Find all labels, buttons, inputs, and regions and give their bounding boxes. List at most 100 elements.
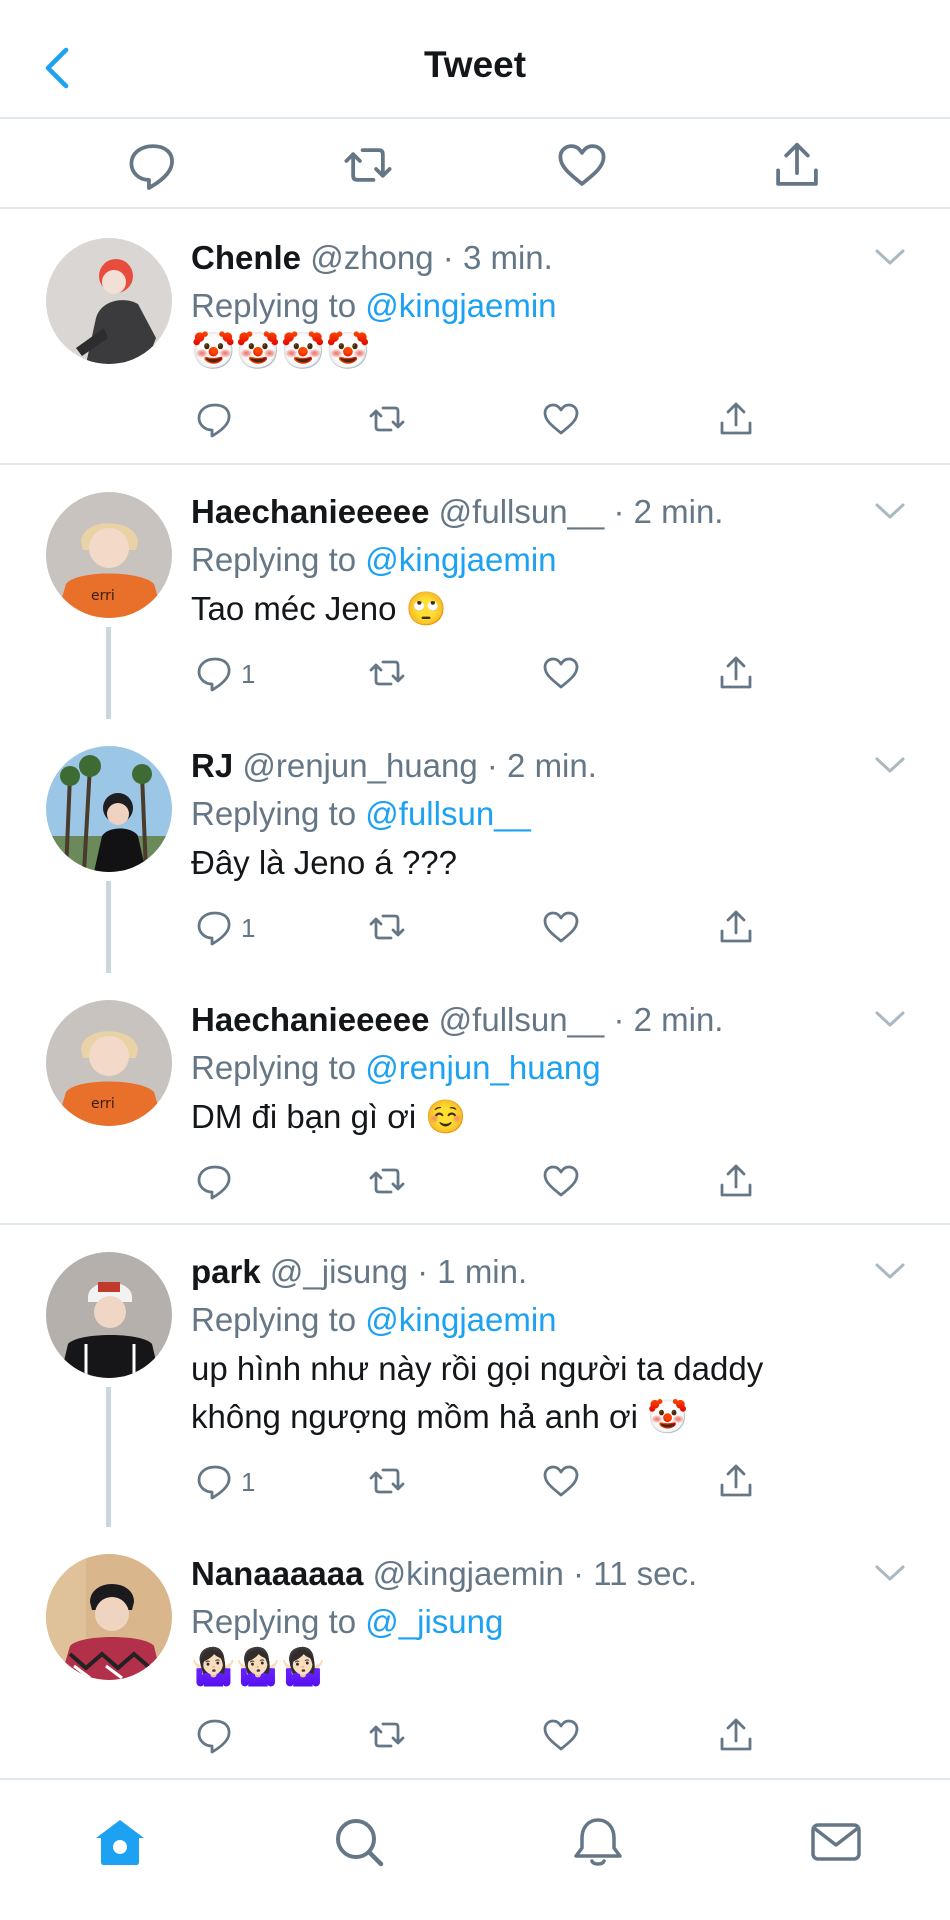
user-handle[interactable]: @kingjaemin (373, 1555, 564, 1592)
share-button[interactable] (716, 1715, 756, 1755)
reply-to-link[interactable]: @kingjaemin (365, 541, 556, 578)
reply-to-link[interactable]: @kingjaemin (365, 1301, 556, 1338)
chevron-down-icon (875, 1565, 905, 1581)
retweet-icon (369, 1468, 405, 1494)
reply-to-link[interactable]: @renjun_huang (365, 1049, 600, 1086)
notifications-icon (574, 1818, 622, 1866)
tab-search[interactable] (331, 1814, 387, 1870)
reply-tweet[interactable]: Chenle @zhong · 3 min. Replying to @king… (0, 211, 950, 465)
thread-connector (106, 1387, 111, 1527)
retweet-button[interactable] (367, 1461, 407, 1501)
user-handle[interactable]: @fullsun__ (439, 493, 605, 530)
tweet-text: up hình như này rồi gọi người ta daddy k… (191, 1345, 763, 1441)
tweet-header: RJ @renjun_huang · 2 min. (191, 747, 597, 784)
share-button[interactable] (770, 138, 824, 192)
tweet-actions: 1 (191, 653, 791, 697)
messages-icon (811, 1823, 861, 1861)
avatar[interactable]: erri (46, 492, 172, 618)
retweet-button[interactable] (367, 653, 407, 693)
display-name[interactable]: Haechanieeeee (191, 493, 430, 530)
retweet-button[interactable] (367, 907, 407, 947)
reply-button[interactable] (195, 1461, 235, 1501)
display-name[interactable]: RJ (191, 747, 233, 784)
svg-text:erri: erri (91, 1096, 115, 1112)
replying-to: Replying to @kingjaemin (191, 1301, 557, 1338)
retweet-button[interactable] (367, 1715, 407, 1755)
user-handle[interactable]: @_jisung (270, 1253, 408, 1290)
retweet-button[interactable] (367, 1161, 407, 1201)
share-button[interactable] (716, 653, 756, 693)
avatar[interactable] (46, 746, 172, 872)
tweet-text: Đây là Jeno á ??? (191, 844, 458, 881)
retweet-icon (369, 660, 405, 686)
more-options-button[interactable] (874, 1009, 906, 1031)
reply-button[interactable] (126, 138, 180, 192)
display-name[interactable]: park (191, 1253, 261, 1290)
like-button[interactable] (541, 653, 581, 693)
chevron-down-icon (875, 249, 905, 265)
reply-tweet[interactable]: park @_jisung · 1 min. Replying to @king… (0, 1225, 950, 1527)
avatar[interactable] (46, 238, 172, 364)
share-button[interactable] (716, 1461, 756, 1501)
more-options-button[interactable] (874, 1261, 906, 1283)
more-options-button[interactable] (874, 247, 906, 269)
share-button[interactable] (716, 399, 756, 439)
tweet-text: 🤷🏻‍♀️🤷🏻‍♀️🤷🏻‍♀️ (191, 1647, 326, 1688)
tweet-actions: 1 (191, 907, 791, 951)
replying-to: Replying to @fullsun__ (191, 795, 531, 832)
tweet-actions (191, 1161, 791, 1205)
share-icon (720, 1164, 752, 1197)
timestamp: 11 sec. (593, 1555, 698, 1592)
like-button[interactable] (541, 907, 581, 947)
reply-tweet[interactable]: erri Haechanieeeee @fullsun__ · 2 min. R… (0, 973, 950, 1225)
like-button[interactable] (541, 1161, 581, 1201)
like-button[interactable] (541, 1461, 581, 1501)
user-handle[interactable]: @renjun_huang (242, 747, 477, 784)
tab-home[interactable] (92, 1814, 148, 1870)
share-button[interactable] (716, 907, 756, 947)
like-button[interactable] (541, 399, 581, 439)
tweet-text: Tao méc Jeno 🙄 (191, 590, 447, 627)
tweet-header: Chenle @zhong · 3 min. (191, 239, 553, 276)
share-button[interactable] (716, 1161, 756, 1201)
retweet-button[interactable] (341, 138, 395, 192)
more-options-button[interactable] (874, 501, 906, 523)
more-options-button[interactable] (874, 755, 906, 777)
more-options-button[interactable] (874, 1563, 906, 1585)
like-icon (543, 911, 579, 943)
svg-text:erri: erri (91, 588, 115, 604)
display-name[interactable]: Nanaaaaaa (191, 1555, 363, 1592)
avatar[interactable] (46, 1252, 172, 1378)
share-icon (776, 142, 818, 186)
display-name[interactable]: Haechanieeeee (191, 1001, 430, 1038)
user-handle[interactable]: @zhong (310, 239, 433, 276)
retweet-icon (344, 148, 392, 182)
reply-icon (197, 657, 231, 692)
home-icon (96, 1820, 144, 1865)
reply-button[interactable] (195, 907, 235, 947)
tab-notifications[interactable] (570, 1814, 626, 1870)
user-handle[interactable]: @fullsun__ (439, 1001, 605, 1038)
share-icon (720, 1464, 752, 1497)
display-name[interactable]: Chenle (191, 239, 301, 276)
reply-to-link[interactable]: @kingjaemin (365, 287, 556, 324)
page-title: Tweet (423, 44, 527, 85)
reply-to-link[interactable]: @_jisung (365, 1603, 503, 1640)
retweet-icon (369, 406, 405, 432)
retweet-button[interactable] (367, 399, 407, 439)
like-button[interactable] (541, 1715, 581, 1755)
reply-button[interactable] (195, 399, 235, 439)
tab-messages[interactable] (808, 1814, 864, 1870)
avatar[interactable]: erri (46, 1000, 172, 1126)
reply-button[interactable] (195, 653, 235, 693)
reply-button[interactable] (195, 1161, 235, 1201)
avatar[interactable] (46, 1554, 172, 1680)
reply-to-link[interactable]: @fullsun__ (365, 795, 531, 832)
replying-to: Replying to @kingjaemin (191, 287, 557, 324)
reply-tweet[interactable]: RJ @renjun_huang · 2 min. Replying to @f… (0, 719, 950, 973)
search-icon (336, 1819, 384, 1867)
like-button[interactable] (555, 138, 609, 192)
reply-button[interactable] (195, 1715, 235, 1755)
reply-tweet[interactable]: Nanaaaaaa @kingjaemin · 11 sec. Replying… (0, 1527, 950, 1778)
reply-tweet[interactable]: erri Haechanieeeee @fullsun__ · 2 min. R… (0, 465, 950, 719)
